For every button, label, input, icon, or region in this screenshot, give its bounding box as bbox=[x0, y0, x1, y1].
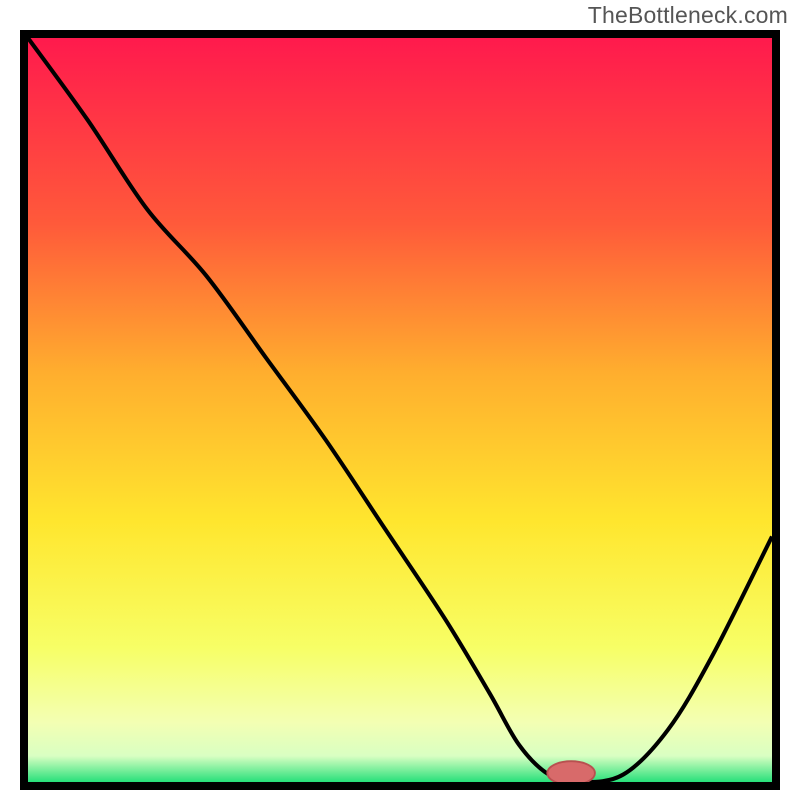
optimum-marker-icon bbox=[547, 761, 595, 782]
curve-path bbox=[28, 38, 772, 782]
chart-wrapper: TheBottleneck.com bbox=[0, 0, 800, 800]
chart-frame bbox=[20, 30, 780, 790]
bottleneck-curve bbox=[28, 38, 772, 782]
watermark-text: TheBottleneck.com bbox=[588, 2, 788, 29]
